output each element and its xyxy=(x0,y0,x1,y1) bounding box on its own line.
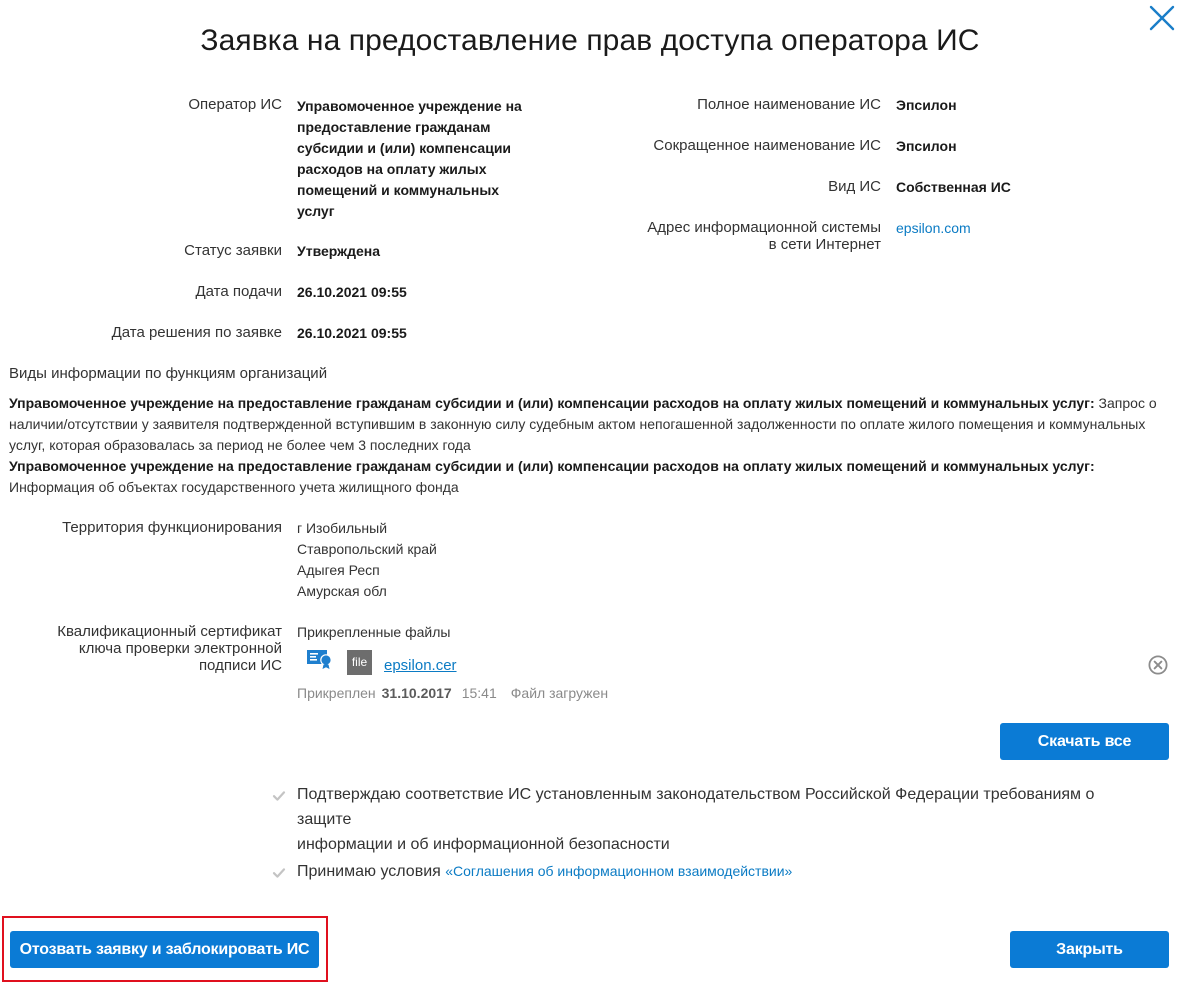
compliance-text-line: информации и об информационной безопасно… xyxy=(297,836,670,853)
attached-prefix: Прикреплен xyxy=(297,685,376,701)
is-address-label-line: в сети Интернет xyxy=(768,236,881,253)
decision-date-value: 26.10.2021 09:55 xyxy=(297,325,407,341)
file-meta: Прикреплен 31.10.2017 15:41 Файл загружен xyxy=(297,685,614,701)
full-name-label: Полное наименование ИС xyxy=(697,96,881,113)
decision-date-label: Дата решения по заявке xyxy=(111,324,282,341)
attached-date: 31.10.2017 xyxy=(381,685,452,701)
terms-prefix: Принимаю условия xyxy=(297,863,441,880)
terms-text: Принимаю условия «Соглашения об информац… xyxy=(297,859,792,884)
submit-date-value: 26.10.2021 09:55 xyxy=(297,284,407,300)
is-type-value: Собственная ИС xyxy=(896,179,1011,195)
operator-value-line: помещений и коммунальных xyxy=(297,182,500,198)
compliance-checkbox[interactable] xyxy=(272,786,286,801)
territory-label: Территория функционирования xyxy=(62,519,282,536)
is-address-label-line: Адрес информационной системы xyxy=(647,219,881,236)
is-address-label: Адрес информационной системы в сети Инте… xyxy=(600,219,881,253)
short-name-label: Сокращенное наименование ИС xyxy=(653,137,881,154)
operator-value-line: расходов на оплату жилых xyxy=(297,161,487,177)
terms-agreement-link[interactable]: «Соглашения об информационном взаимодейс… xyxy=(445,863,792,879)
operator-label: Оператор ИС xyxy=(188,96,282,113)
remove-file-icon[interactable] xyxy=(1147,654,1169,676)
compliance-text-line: Подтверждаю соответствие ИС установленны… xyxy=(297,786,1095,828)
territory-item: Ставропольский край xyxy=(297,541,437,557)
terms-checkbox[interactable] xyxy=(272,863,286,878)
compliance-text: Подтверждаю соответствие ИС установленны… xyxy=(297,782,1152,857)
territory-list: г Изобильный Ставропольский край Адыгея … xyxy=(297,518,437,602)
certificate-label: Квалификационный сертификат ключа провер… xyxy=(20,623,282,674)
upload-status: Файл загружен xyxy=(510,685,609,701)
is-address-link[interactable]: epsilon.com xyxy=(896,218,971,239)
certificate-icon xyxy=(306,648,334,670)
submit-date-label: Дата подачи xyxy=(195,283,282,300)
certificate-label-line: подписи ИС xyxy=(198,657,282,674)
certificate-label-line: ключа проверки электронной xyxy=(78,640,282,657)
status-label: Статус заявки xyxy=(184,242,282,259)
operator-value-line: субсидии и (или) компенсации xyxy=(297,140,512,156)
file-icon: file xyxy=(347,650,372,675)
info-types-title: Виды информации по функциям организаций xyxy=(9,365,328,382)
is-type-label: Вид ИС xyxy=(828,178,881,195)
operator-value-line: услуг xyxy=(297,203,335,219)
info-type-entry: Управомоченное учреждение на предоставле… xyxy=(9,456,1169,498)
operator-value-line: предоставление гражданам xyxy=(297,119,491,135)
territory-item: Адыгея Респ xyxy=(297,562,380,578)
info-type-entry: Управомоченное учреждение на предоставле… xyxy=(9,393,1169,456)
certificate-label-line: Квалификационный сертификат xyxy=(57,623,282,640)
info-type-org: Управомоченное учреждение на предоставле… xyxy=(9,458,1095,474)
territory-item: г Изобильный xyxy=(297,520,388,536)
short-name-value: Эпсилон xyxy=(896,138,957,154)
dialog-title: Заявка на предоставление прав доступа оп… xyxy=(200,24,980,57)
info-type-org: Управомоченное учреждение на предоставле… xyxy=(9,395,1095,411)
territory-item: Амурская обл xyxy=(297,583,387,599)
operator-value: Управомоченное учреждение на предоставле… xyxy=(297,96,557,222)
attached-time: 15:41 xyxy=(461,685,497,701)
full-name-value: Эпсилон xyxy=(896,97,957,113)
operator-value-line: Управомоченное учреждение на xyxy=(297,98,522,114)
status-value: Утверждена xyxy=(297,243,380,259)
file-link[interactable]: epsilon.cer xyxy=(384,657,457,674)
close-button[interactable]: Закрыть xyxy=(1010,931,1169,968)
attached-files-heading: Прикрепленные файлы xyxy=(297,624,451,640)
download-all-button[interactable]: Скачать все xyxy=(1000,723,1169,760)
info-type-text: Информация об объектах государственного … xyxy=(9,479,459,495)
revoke-and-block-button[interactable]: Отозвать заявку и заблокировать ИС xyxy=(10,931,319,968)
